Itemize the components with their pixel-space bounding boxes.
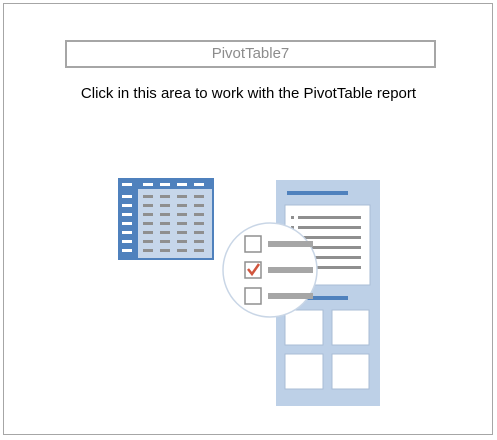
table-grid-icon — [118, 178, 214, 260]
pivottable-illustration — [118, 178, 380, 406]
checkbox-list-magnifier-icon — [222, 222, 318, 318]
